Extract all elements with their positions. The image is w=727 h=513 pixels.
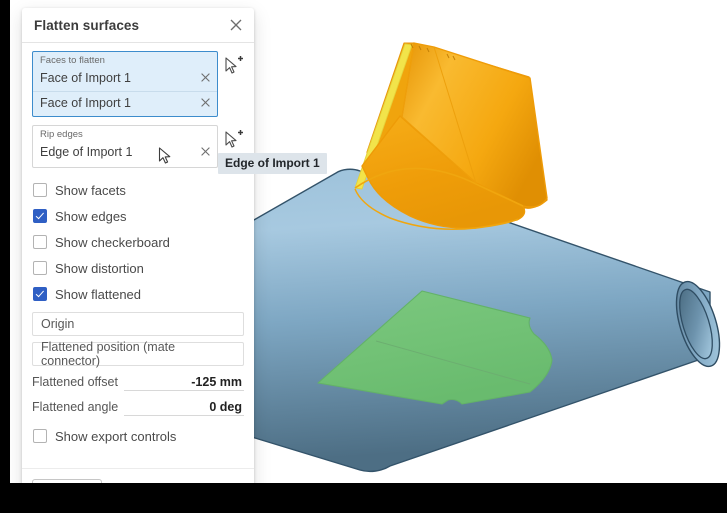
checkbox-icon-checked <box>33 287 47 301</box>
checkbox-show-checkerboard[interactable]: Show checkerboard <box>33 230 244 254</box>
remove-icon[interactable] <box>199 144 211 161</box>
remove-icon[interactable] <box>199 70 211 87</box>
flattened-position-field[interactable]: Flattened position (mate connector) <box>32 340 244 368</box>
selection-text: Face of Import 1 <box>40 71 132 85</box>
checkbox-label: Show facets <box>55 182 126 198</box>
checkbox-icon-checked <box>33 209 47 223</box>
checkbox-show-distortion[interactable]: Show distortion <box>33 256 244 280</box>
screenshot-frame: Flatten surfaces Faces to flatten Face o… <box>0 0 727 513</box>
flatten-button[interactable]: Flatten <box>32 479 102 483</box>
faces-to-flatten-row: Faces to flatten Face of Import 1 Face o… <box>32 51 244 117</box>
checkbox-show-edges[interactable]: Show edges <box>33 204 244 228</box>
checkbox-show-flattened[interactable]: Show flattened <box>33 282 244 306</box>
list-item[interactable]: Edge of Import 1 <box>33 141 217 167</box>
flattened-angle-label: Flattened angle <box>32 400 119 414</box>
list-item[interactable]: Face of Import 1 <box>33 67 217 91</box>
selection-text: Face of Import 1 <box>40 96 132 110</box>
page-title: Flatten surfaces <box>34 17 140 33</box>
checkbox-show-export-controls[interactable]: Show export controls <box>33 424 244 448</box>
remove-icon[interactable] <box>199 95 211 112</box>
panel-header: Flatten surfaces <box>22 8 254 43</box>
flattened-offset-row: Flattened offset -125 mm <box>32 375 244 391</box>
flattened-offset-label: Flattened offset <box>32 375 118 389</box>
faces-to-flatten-label: Faces to flatten <box>40 55 105 66</box>
application-canvas: Flatten surfaces Faces to flatten Face o… <box>10 0 727 483</box>
checkbox-icon <box>33 261 47 275</box>
checkbox-label: Show flattened <box>55 286 142 302</box>
rip-edges-label: Rip edges <box>40 129 83 140</box>
display-options-group: Show facets Show edges Show checkerboard… <box>32 178 244 306</box>
rip-edges-field[interactable]: Rip edges Edge of Import 1 <box>32 125 218 168</box>
checkbox-label: Show export controls <box>55 428 177 444</box>
selection-text: Edge of Import 1 <box>40 145 133 159</box>
cursor-plus-icon[interactable] <box>222 55 244 77</box>
checkbox-show-facets[interactable]: Show facets <box>33 178 244 202</box>
checkbox-icon <box>33 183 47 197</box>
list-item[interactable]: Face of Import 1 <box>33 91 217 116</box>
checkbox-icon <box>33 235 47 249</box>
flatten-surfaces-panel: Flatten surfaces Faces to flatten Face o… <box>22 8 327 483</box>
checkbox-label: Show checkerboard <box>55 234 170 250</box>
panel-body: Faces to flatten Face of Import 1 Face o… <box>22 43 327 458</box>
rip-edges-row: Rip edges Edge of Import 1 Edge of Impor… <box>32 125 327 174</box>
mouse-pointer-icon <box>158 147 172 170</box>
panel-footer: Flatten ? <box>22 468 254 483</box>
checkbox-label: Show edges <box>55 208 127 224</box>
close-icon[interactable] <box>226 15 246 35</box>
faces-to-flatten-field[interactable]: Faces to flatten Face of Import 1 Face o… <box>32 51 218 117</box>
checkbox-icon <box>33 429 47 443</box>
origin-field[interactable]: Origin <box>32 312 244 336</box>
cursor-plus-icon[interactable] <box>222 129 244 151</box>
tooltip-content: Edge of Import 1 <box>218 153 327 174</box>
flattened-offset-value[interactable]: -125 mm <box>123 375 244 391</box>
checkbox-label: Show distortion <box>55 260 144 276</box>
flattened-angle-value[interactable]: 0 deg <box>124 400 244 416</box>
flattened-angle-row: Flattened angle 0 deg <box>32 400 244 416</box>
